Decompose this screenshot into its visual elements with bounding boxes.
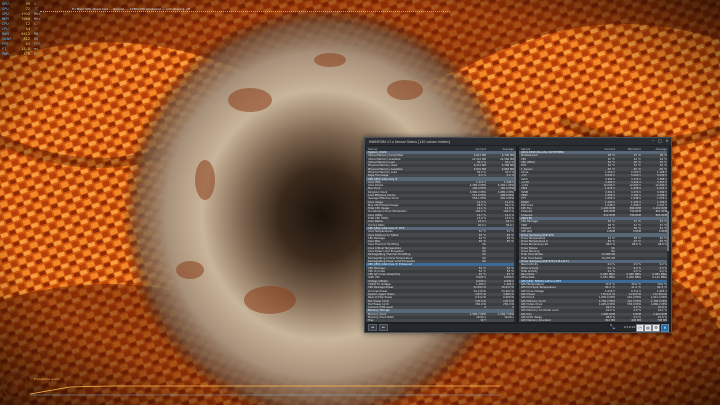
sensor-name: Tcas — [368, 319, 374, 322]
column-header-minimum[interactable]: Minimum — [617, 147, 643, 151]
elapsed-time: 0:10:22 — [624, 325, 636, 329]
settings-icon[interactable]: ⚙ — [652, 324, 660, 332]
sensor-value-avg: 798 MB — [657, 319, 667, 322]
sensor-list-left[interactable]: Sensor Current Average System: ASUS Virtu… — [366, 146, 516, 322]
sensor-list-right[interactable]: Sensor Current Minimum Average ASUS Z390… — [519, 146, 669, 322]
osd-overlay: GPU 99% GPU 72 °C GPU 1935 MHz MEM 7000 MHz CPU… — [2, 2, 44, 57]
sensor-value-cur: 0 RPM — [606, 230, 615, 234]
sensor-value-cur: 812 RPM — [603, 213, 615, 217]
sensor-rows: ASUS Z390 (Nuvoton NCT6798D) Motherboard 3… — [519, 151, 669, 322]
sensor-rows: System: ASUS Virtual Memory Committed 9,81… — [366, 151, 516, 322]
scrollbar-thumb[interactable] — [514, 151, 516, 191]
nav-right-button[interactable]: ▸▸ — [379, 324, 388, 331]
sensor-value-avg: 809 RPM — [655, 213, 667, 217]
report-icon[interactable]: ▤ — [644, 324, 652, 332]
maximize-button[interactable]: □ — [658, 139, 662, 143]
sensor-value-cur: 0.0 % — [478, 174, 486, 178]
sensor-value-avg: 0 RPM — [658, 230, 667, 234]
sensor-value-min: 0.000 MB/s — [626, 276, 642, 280]
sensor-row[interactable]: GPU Memory Allocated 812 MB 402 MB 798 MB — [519, 319, 669, 322]
column-header-current[interactable]: Current — [460, 147, 488, 151]
column-header-average[interactable]: Average — [643, 147, 669, 151]
sensor-value-min: 98.0 % — [631, 243, 641, 247]
close-icon[interactable]: ✕ — [661, 324, 669, 332]
sensor-value-avg: 0 — [488, 306, 516, 309]
window-titlebar[interactable]: HWiNFO64 v7.x Sensor Status [120 values … — [365, 138, 671, 145]
overlay-top-text: FurMark GPU stress test — OpenGL — 1280x… — [72, 7, 191, 11]
column-header-sensor[interactable]: Sensor — [368, 147, 460, 151]
watermark-logo: ◎ — [2, 372, 28, 398]
sensor-value-cur: 16 T — [480, 319, 486, 322]
sensor-value-min: 798 RPM — [629, 213, 641, 217]
sensor-value-cur: No — [482, 259, 486, 263]
overlay-top-graph — [40, 11, 450, 12]
close-button[interactable]: × — [665, 139, 669, 143]
sensor-value-cur: 0.031 MB/s — [600, 276, 616, 280]
window-title: HWiNFO64 v7.x Sensor Status [120 values … — [369, 139, 450, 144]
window-statusbar: ◂◂ ▸▸ ⤡ 0:10:22 ◷ ▤ ⚙ ✕ — [366, 324, 670, 332]
sensor-value-min: 402 MB — [631, 319, 641, 322]
sensor-value-avg: 0.0 % — [506, 174, 514, 178]
sensor-value-avg: 16.00 x — [504, 315, 514, 319]
sensor-value-avg: 39.9 x — [505, 223, 514, 227]
column-header-sensor[interactable]: Sensor — [521, 147, 591, 151]
frametime-graph — [30, 385, 500, 396]
nav-left-button[interactable]: ◂◂ — [368, 324, 377, 331]
sensor-value-cur: 812 MB — [605, 319, 615, 322]
sensor-value-avg: 98.0 % — [657, 243, 667, 247]
window-controls: – □ × — [651, 139, 669, 143]
sensor-panes: Sensor Current Average System: ASUS Virtu… — [366, 146, 670, 322]
sensor-status-window[interactable]: HWiNFO64 v7.x Sensor Status [120 values … — [364, 137, 672, 333]
column-header-current[interactable]: Current — [591, 147, 617, 151]
column-header-average[interactable]: Average — [488, 147, 516, 151]
scrollbar-thumb[interactable] — [667, 211, 669, 251]
scrollbar[interactable] — [667, 151, 669, 322]
sensor-value-cur: 0 — [484, 306, 486, 310]
clock-icon[interactable]: ◷ — [636, 324, 644, 332]
minimize-button[interactable]: – — [651, 139, 655, 143]
sensor-value-cur: 15,203 GB — [601, 256, 615, 260]
sensor-value-min: 0 RPM — [632, 230, 641, 234]
scrollbar[interactable] — [514, 151, 516, 322]
sensor-value-avg: 0.122 MB/s — [652, 276, 668, 280]
osd-row: PWR 178 W — [2, 52, 37, 56]
overlay-bottom-text: Frametime graph — [34, 377, 60, 381]
sensor-value-avg: 55 °C — [506, 240, 514, 244]
sensor-name: GPU Memory Allocated — [521, 319, 551, 322]
sensor-value-cur: 40.0 x — [477, 223, 486, 227]
layout-arrows-icon[interactable]: ⤡ — [610, 324, 615, 331]
